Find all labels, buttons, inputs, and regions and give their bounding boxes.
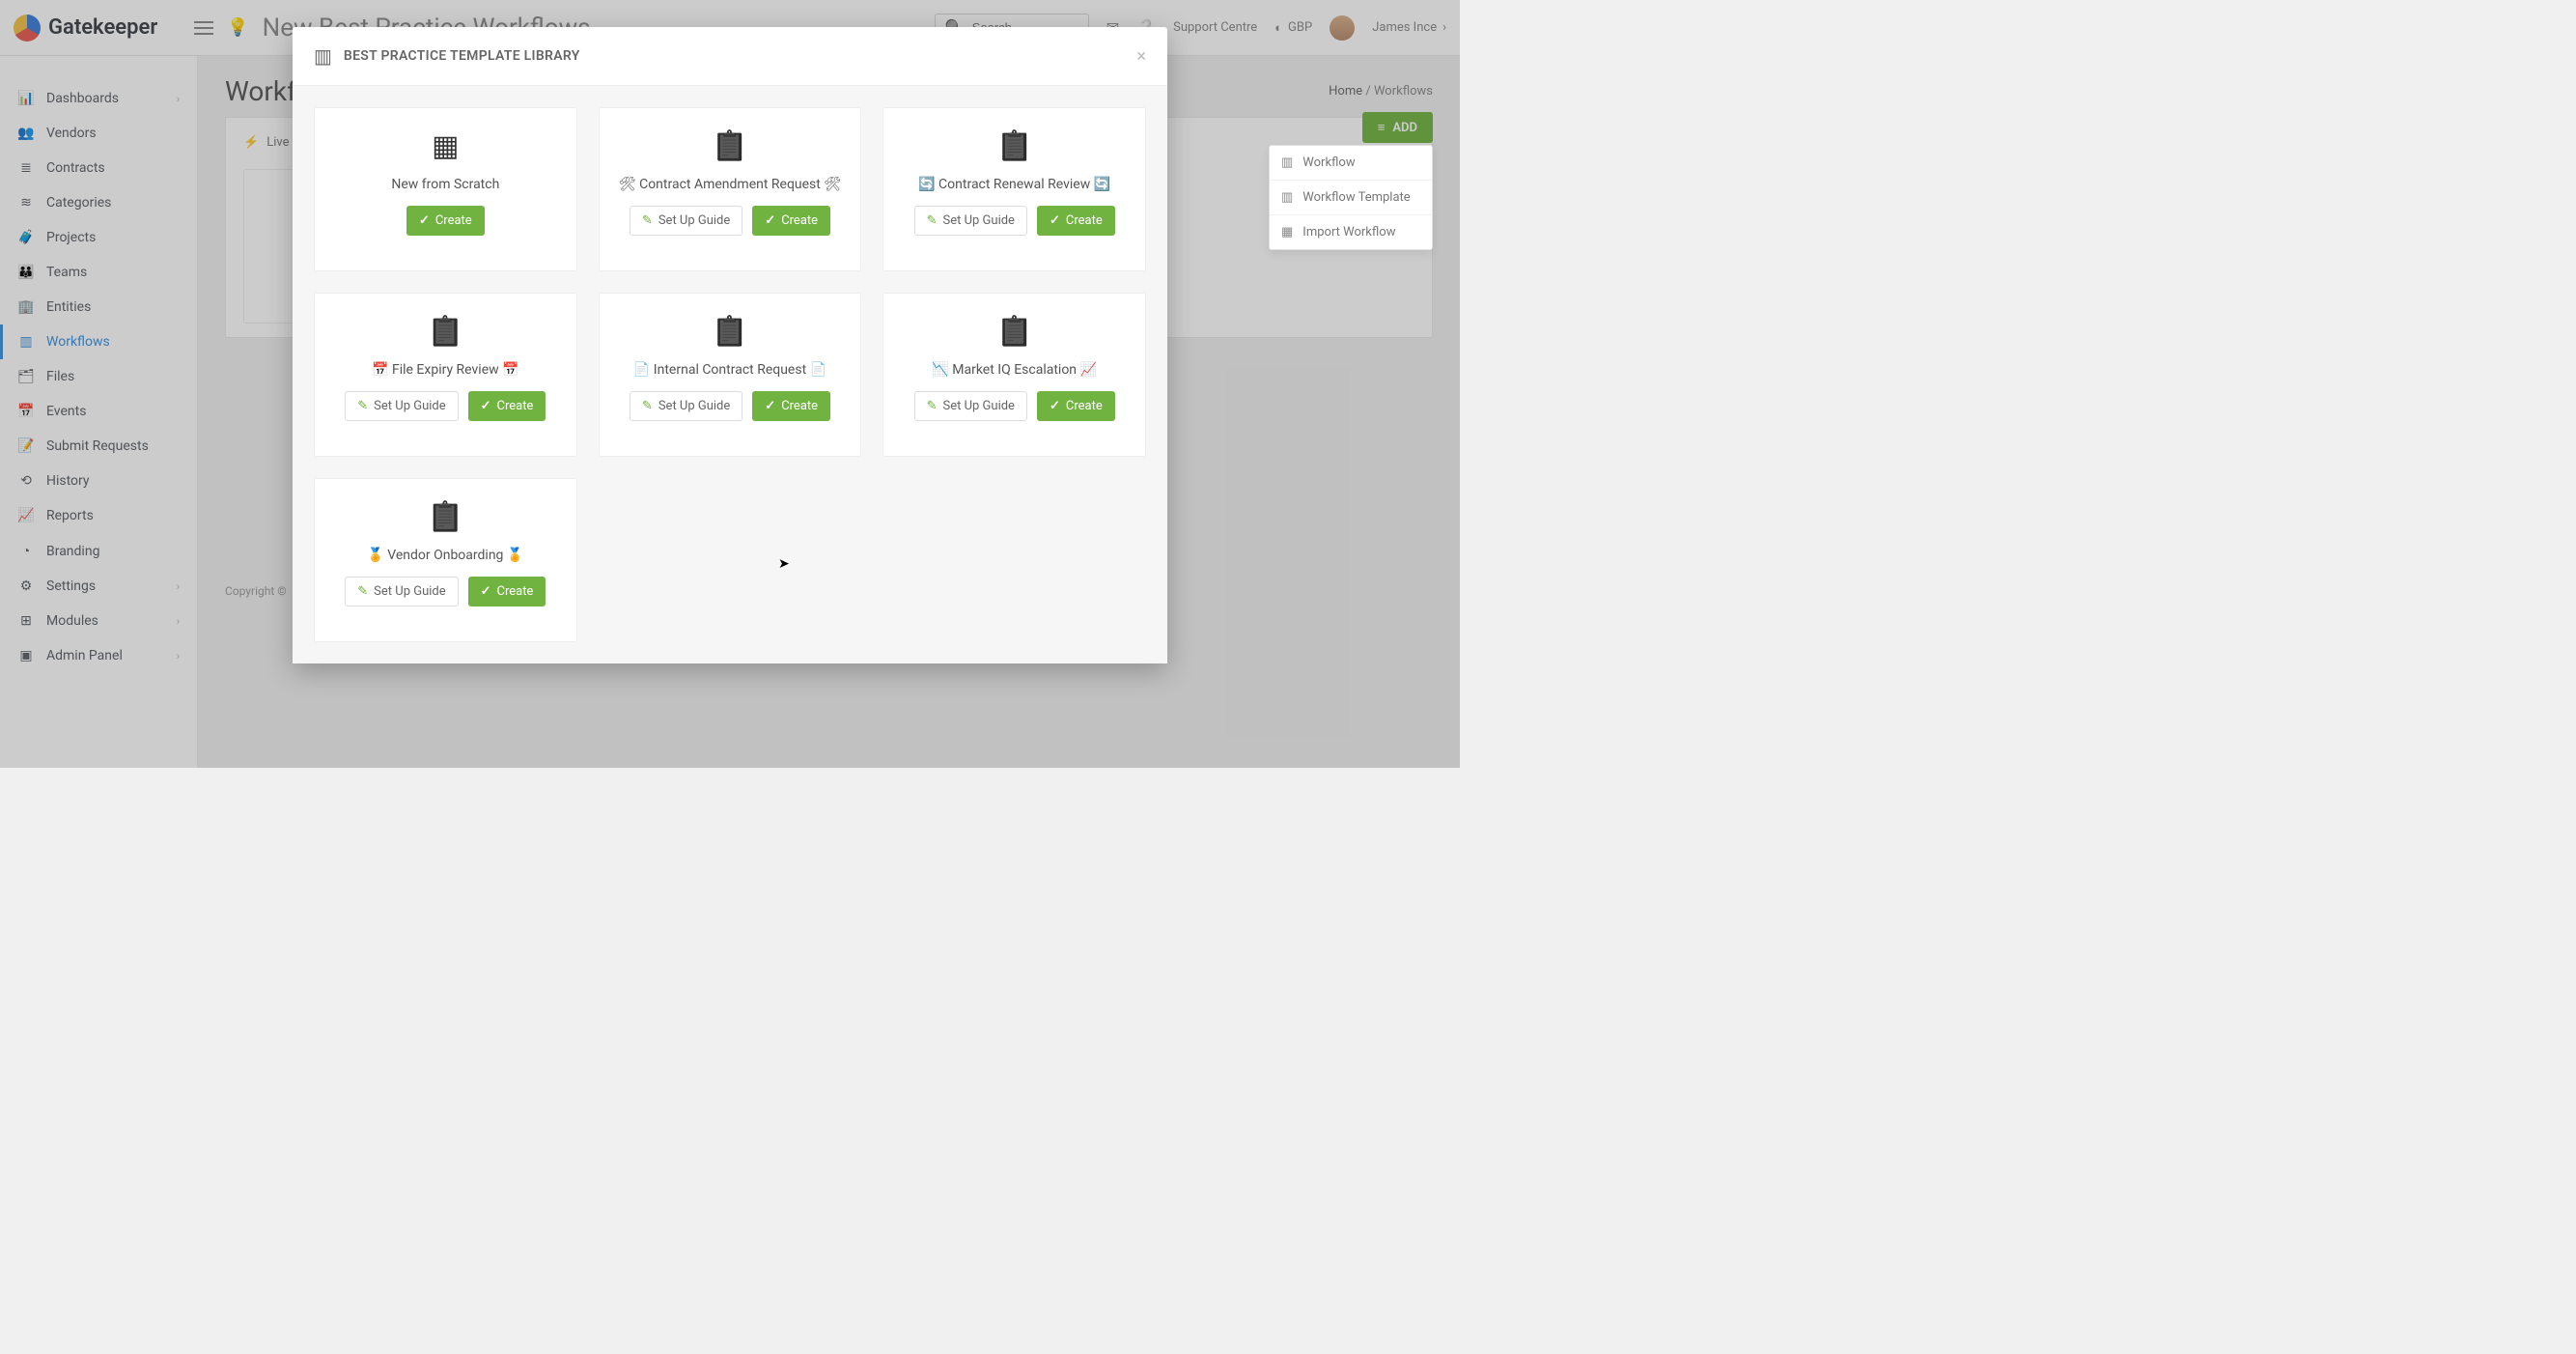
setup-guide-label: Set Up Guide	[943, 213, 1015, 228]
create-label: Create	[781, 213, 818, 228]
add-menu-item-workflow[interactable]: ▥ Workflow	[1270, 146, 1432, 181]
setup-guide-button[interactable]: Set Up Guide	[630, 206, 742, 236]
create-button[interactable]: Create	[1037, 206, 1115, 236]
template-card: 🏅 Vendor Onboarding 🏅 Set Up Guide Create	[314, 478, 577, 642]
setup-guide-label: Set Up Guide	[658, 399, 730, 413]
create-label: Create	[1066, 399, 1103, 413]
template-actions: Set Up Guide Create	[345, 391, 546, 421]
setup-guide-label: Set Up Guide	[943, 399, 1015, 413]
check-icon	[419, 213, 430, 228]
template-actions: Set Up Guide Create	[914, 206, 1115, 236]
menu-item-label: Workflow Template	[1302, 190, 1410, 205]
template-actions: Create	[406, 206, 485, 236]
edit-icon	[927, 213, 938, 228]
setup-guide-label: Set Up Guide	[374, 584, 445, 599]
create-label: Create	[497, 399, 534, 413]
columns-icon	[314, 44, 332, 68]
setup-guide-label: Set Up Guide	[658, 213, 730, 228]
edit-icon	[642, 213, 653, 228]
setup-guide-button[interactable]: Set Up Guide	[345, 391, 458, 421]
template-card: 📉 Market IQ Escalation 📈 Set Up Guide Crea…	[882, 293, 1146, 457]
template-library-modal: BEST PRACTICE TEMPLATE LIBRARY × New fro…	[293, 27, 1167, 663]
template-card: 🛠 Contract Amendment Request 🛠 Set Up Gui…	[599, 107, 862, 271]
setup-guide-button[interactable]: Set Up Guide	[345, 577, 458, 606]
clipboard-icon	[428, 500, 463, 534]
check-icon	[765, 399, 775, 413]
check-icon	[1050, 399, 1060, 413]
template-title: 🏅 Vendor Onboarding 🏅	[367, 548, 523, 563]
template-grid: New from ScratchCreate🛠 Contract Amendme…	[314, 107, 1146, 642]
setup-guide-button[interactable]: Set Up Guide	[914, 391, 1027, 421]
clipboard-icon	[428, 315, 463, 349]
grid-icon	[432, 129, 459, 163]
template-actions: Set Up Guide Create	[630, 391, 830, 421]
check-icon	[1050, 213, 1060, 228]
check-icon	[765, 213, 775, 228]
add-menu-item-workflow-template[interactable]: ▥ Workflow Template	[1270, 181, 1432, 215]
template-card: 🔄 Contract Renewal Review 🔄 Set Up Guide C…	[882, 107, 1146, 271]
setup-guide-button[interactable]: Set Up Guide	[914, 206, 1027, 236]
create-label: Create	[435, 213, 472, 228]
setup-guide-label: Set Up Guide	[374, 399, 445, 413]
menu-item-label: Workflow	[1302, 155, 1355, 170]
template-card: New from Scratch Create	[314, 107, 577, 271]
create-button[interactable]: Create	[752, 206, 830, 236]
edit-icon	[642, 399, 653, 413]
template-title: 📅 File Expiry Review 📅	[372, 362, 518, 378]
template-title: 📉 Market IQ Escalation 📈	[932, 362, 1097, 378]
check-icon	[481, 584, 491, 599]
template-title: 🛠 Contract Amendment Request 🛠	[619, 177, 841, 192]
modal-header: BEST PRACTICE TEMPLATE LIBRARY ×	[293, 27, 1167, 86]
check-icon	[481, 399, 491, 413]
clipboard-icon	[996, 315, 1032, 349]
edit-icon	[357, 584, 368, 599]
create-label: Create	[1066, 213, 1103, 228]
edit-icon	[927, 399, 938, 413]
create-label: Create	[497, 584, 534, 599]
template-actions: Set Up Guide Create	[345, 577, 546, 606]
modal-title: BEST PRACTICE TEMPLATE LIBRARY	[344, 48, 580, 64]
create-button[interactable]: Create	[406, 206, 485, 236]
template-actions: Set Up Guide Create	[914, 391, 1115, 421]
edit-icon	[357, 399, 368, 413]
create-button[interactable]: Create	[1037, 391, 1115, 421]
menu-item-icon: ▦	[1281, 225, 1293, 240]
cursor-icon: ➤	[778, 556, 790, 572]
menu-item-icon: ▥	[1281, 155, 1293, 170]
template-title: New from Scratch	[391, 177, 499, 192]
create-button[interactable]: Create	[468, 577, 546, 606]
clipboard-icon	[996, 129, 1032, 163]
setup-guide-button[interactable]: Set Up Guide	[630, 391, 742, 421]
create-button[interactable]: Create	[468, 391, 546, 421]
add-menu-item-import-workflow[interactable]: ▦ Import Workflow	[1270, 215, 1432, 249]
clipboard-icon	[712, 315, 747, 349]
create-button[interactable]: Create	[752, 391, 830, 421]
create-label: Create	[781, 399, 818, 413]
template-title: 📄 Internal Contract Request 📄	[633, 362, 826, 378]
template-card: 📅 File Expiry Review 📅 Set Up Guide Create	[314, 293, 577, 457]
clipboard-icon	[712, 129, 747, 163]
add-dropdown: ▥ Workflow ▥ Workflow Template ▦ Import Workf…	[1269, 145, 1433, 250]
template-title: 🔄 Contract Renewal Review 🔄	[918, 177, 1110, 192]
template-actions: Set Up Guide Create	[630, 206, 830, 236]
menu-item-icon: ▥	[1281, 190, 1293, 205]
template-card: 📄 Internal Contract Request 📄 Set Up Guid…	[599, 293, 862, 457]
menu-item-label: Import Workflow	[1302, 225, 1395, 240]
close-icon[interactable]: ×	[1136, 46, 1146, 67]
